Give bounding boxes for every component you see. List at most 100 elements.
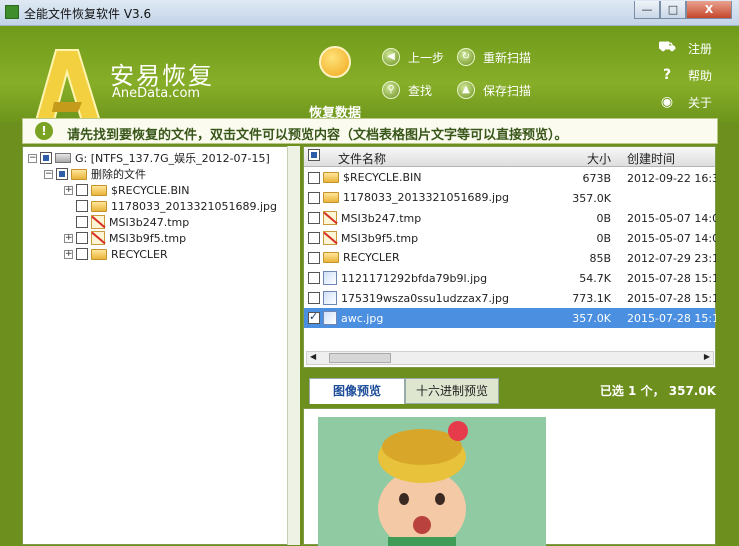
collapse-icon[interactable]: − bbox=[28, 153, 37, 163]
expand-icon[interactable]: + bbox=[64, 185, 73, 195]
window-title: 全能文件恢复软件 V3.6 bbox=[24, 7, 152, 21]
tree-item[interactable]: + RECYCLER bbox=[64, 246, 168, 262]
file-size: 673B bbox=[582, 172, 611, 185]
prev-step-button[interactable]: ◀ 上一步 bbox=[382, 46, 444, 68]
table-row[interactable]: MSI3b247.tmp 0B 2015-05-07 14:04 bbox=[304, 208, 726, 228]
tree-item[interactable]: MSI3b247.tmp bbox=[76, 214, 189, 230]
file-size: 357.0K bbox=[572, 312, 611, 325]
hint-text: 请先找到要恢复的文件，双击文件可以预览内容（文档表格图片文字等可以直接预览）。 bbox=[67, 128, 568, 143]
tree-item[interactable]: + $RECYCLE.BIN bbox=[64, 182, 189, 198]
tree-checkbox[interactable] bbox=[76, 232, 88, 244]
row-checkbox[interactable] bbox=[308, 171, 320, 184]
search-icon: ⚲ bbox=[382, 81, 400, 99]
tree-checkbox[interactable] bbox=[76, 216, 88, 228]
folder-icon bbox=[91, 248, 107, 260]
folder-tree[interactable]: − G: [NTFS_137.7G_娱乐_2012-07-15] − 删除的文件… bbox=[22, 146, 300, 545]
file-name: $RECYCLE.BIN bbox=[343, 171, 422, 184]
tree-deleted-files[interactable]: − 删除的文件 bbox=[44, 166, 146, 182]
tab-image-preview[interactable]: 图像预览 bbox=[309, 378, 405, 404]
recover-data-button[interactable]: 恢复数据 bbox=[302, 46, 368, 122]
folder-icon bbox=[71, 168, 87, 180]
save-scan-button[interactable]: ▲ 保存扫描 bbox=[457, 79, 531, 101]
collapse-icon[interactable]: − bbox=[44, 169, 53, 179]
arrow-left-icon: ◀ bbox=[382, 48, 400, 66]
table-row[interactable]: MSI3b9f5.tmp 0B 2015-05-07 14:04 bbox=[304, 228, 726, 248]
folder-icon bbox=[91, 200, 107, 212]
tab-hex-preview[interactable]: 十六进制预览 bbox=[405, 378, 499, 404]
column-header-size[interactable]: 大小 bbox=[587, 150, 611, 167]
register-button[interactable]: ⛟ 注册 bbox=[658, 38, 712, 58]
file-created: 2012-07-29 23:15 bbox=[627, 252, 727, 265]
table-row[interactable]: 1121171292bfda79b9l.jpg 54.7K 2015-07-28… bbox=[304, 268, 726, 288]
close-button[interactable]: X bbox=[686, 1, 732, 19]
folder-icon bbox=[323, 192, 339, 203]
image-file-icon bbox=[323, 311, 337, 325]
row-checkbox[interactable] bbox=[308, 292, 320, 304]
file-size: 0B bbox=[596, 232, 611, 245]
file-created: 2015-07-28 15:11 bbox=[627, 272, 727, 285]
file-size: 0B bbox=[596, 212, 611, 225]
tree-item[interactable]: 1178033_2013321051689.jpg bbox=[76, 198, 277, 214]
table-row-selected[interactable]: awc.jpg 357.0K 2015-07-28 15:13 bbox=[304, 308, 726, 328]
expand-icon[interactable]: + bbox=[64, 233, 73, 243]
scroll-left-icon[interactable]: ◀ bbox=[310, 352, 316, 361]
tree-root[interactable]: − G: [NTFS_137.7G_娱乐_2012-07-15] bbox=[28, 150, 270, 166]
save-icon: ▲ bbox=[457, 81, 475, 99]
save-scan-label: 保存扫描 bbox=[483, 83, 532, 98]
title-bar: 全能文件恢复软件 V3.6 — □ X bbox=[0, 0, 739, 26]
app-icon bbox=[5, 5, 19, 19]
table-row[interactable]: $RECYCLE.BIN 673B 2012-09-22 16:38 bbox=[304, 168, 726, 188]
scroll-thumb[interactable] bbox=[329, 353, 391, 363]
rescan-button[interactable]: ↻ 重新扫描 bbox=[457, 46, 531, 68]
image-file-icon bbox=[323, 271, 337, 285]
preview-tabbar: 图像预览 十六进制预览 已选 1 个， 357.0K bbox=[303, 372, 716, 408]
table-row[interactable]: RECYCLER 85B 2012-07-29 23:15 bbox=[304, 248, 726, 268]
help-button[interactable]: ? 帮助 bbox=[658, 65, 712, 85]
row-checkbox[interactable] bbox=[308, 310, 320, 324]
rescan-label: 重新扫描 bbox=[483, 50, 532, 65]
file-created: 2015-05-07 14:04 bbox=[627, 232, 727, 245]
row-checkbox[interactable] bbox=[308, 191, 320, 204]
row-checkbox[interactable] bbox=[308, 272, 320, 284]
find-button[interactable]: ⚲ 查找 bbox=[382, 79, 432, 101]
tree-checkbox[interactable] bbox=[76, 248, 88, 260]
about-button[interactable]: ◉ 关于 bbox=[658, 92, 712, 112]
file-size: 357.0K bbox=[572, 192, 611, 205]
question-icon: ? bbox=[662, 67, 672, 83]
tree-item-label: MSI3b247.tmp bbox=[109, 215, 190, 229]
app-header: 安易恢复 AneData.com 恢复数据 ◀ 上一步 ↻ 重新扫描 ⚲ 查找 … bbox=[0, 26, 739, 129]
tree-checkbox[interactable] bbox=[56, 168, 68, 180]
disk-icon bbox=[319, 46, 351, 78]
file-name: awc.jpg bbox=[341, 311, 384, 325]
row-checkbox[interactable] bbox=[308, 212, 320, 224]
tree-item[interactable]: + MSI3b9f5.tmp bbox=[64, 230, 186, 246]
register-label: 注册 bbox=[688, 41, 713, 56]
select-all-checkbox[interactable] bbox=[308, 149, 320, 161]
file-name: 1178033_2013321051689.jpg bbox=[343, 191, 509, 204]
minimize-button[interactable]: — bbox=[634, 1, 660, 19]
tree-vertical-scrollbar[interactable] bbox=[287, 146, 300, 545]
maximize-button[interactable]: □ bbox=[660, 1, 686, 19]
table-row[interactable]: 1178033_2013321051689.jpg 357.0K bbox=[304, 188, 715, 208]
file-list[interactable]: 文件名称 大小 创建时间 $RECYCLE.BIN 673B 2012-09-2… bbox=[303, 146, 726, 368]
tree-item-label: 1178033_2013321051689.jpg bbox=[111, 199, 277, 213]
folder-icon bbox=[323, 252, 339, 263]
folder-icon bbox=[91, 184, 107, 196]
scroll-right-icon[interactable]: ▶ bbox=[704, 352, 710, 361]
tree-checkbox[interactable] bbox=[76, 184, 88, 196]
file-list-horizontal-scrollbar[interactable]: ◀ ▶ bbox=[306, 351, 714, 365]
row-checkbox[interactable] bbox=[308, 232, 320, 244]
file-size: 54.7K bbox=[579, 272, 611, 285]
tree-checkbox[interactable] bbox=[76, 200, 88, 212]
cart-icon: ⛟ bbox=[658, 39, 676, 55]
row-checkbox[interactable] bbox=[308, 251, 320, 264]
file-created: 2015-07-28 15:12 bbox=[627, 292, 727, 305]
expand-icon[interactable]: + bbox=[64, 249, 73, 259]
find-label: 查找 bbox=[408, 83, 433, 98]
tree-checkbox[interactable] bbox=[40, 152, 52, 164]
column-header-name[interactable]: 文件名称 bbox=[338, 150, 386, 167]
table-row[interactable]: 175319wsza0ssu1udzzax7.jpg 773.1K 2015-0… bbox=[304, 288, 726, 308]
column-header-created[interactable]: 创建时间 bbox=[627, 150, 675, 167]
refresh-icon: ↻ bbox=[457, 48, 475, 66]
selected-count: 已选 1 个， 357.0K bbox=[599, 384, 716, 398]
